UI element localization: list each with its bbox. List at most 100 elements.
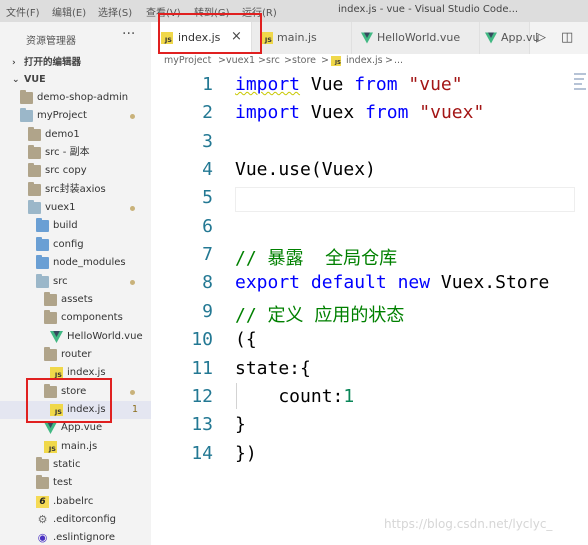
- folder-open-icon: [36, 273, 49, 288]
- menu-selection[interactable]: 选择(S): [98, 4, 132, 19]
- current-line-highlight: [235, 187, 575, 212]
- tree-item[interactable]: 6 .babelrc: [0, 493, 151, 511]
- tree-item-label: build: [53, 220, 78, 232]
- breadcrumb-separator: >: [218, 55, 226, 66]
- breadcrumb-separator: >: [284, 55, 292, 66]
- breadcrumb: myProject > vuex1 > src > store > JS ind…: [151, 54, 588, 70]
- tree-item-label: .editorconfig: [53, 514, 116, 526]
- minimap[interactable]: [574, 70, 588, 102]
- tree-item[interactable]: demo1: [0, 126, 151, 144]
- modified-dot: [130, 114, 135, 120]
- modified-dot: [130, 206, 135, 212]
- modified-dot: [130, 279, 135, 285]
- tree-item[interactable]: ◉ .eslintignore: [0, 529, 151, 545]
- code-line[interactable]: // 暴露 全局仓库: [235, 244, 397, 270]
- tree-item-label: vuex1: [45, 202, 76, 214]
- js-icon: JS: [44, 440, 57, 453]
- code-line[interactable]: count:1: [235, 386, 354, 407]
- code-line[interactable]: import Vue from "vue": [235, 74, 463, 95]
- tree-item[interactable]: static: [0, 456, 151, 474]
- line-number: 3: [202, 130, 213, 152]
- breadcrumb-separator: >: [321, 55, 329, 66]
- folder-blue-icon: [36, 255, 49, 270]
- line-number: 2: [202, 102, 213, 124]
- tree-item[interactable]: vuex1: [0, 199, 151, 217]
- line-number: 4: [202, 159, 213, 181]
- tree-item[interactable]: assets: [0, 291, 151, 309]
- tab-helloworld-vue[interactable]: HelloWorld.vue: [352, 22, 480, 54]
- title-bar: 文件(F) 编辑(E) 选择(S) 查看(V) 转到(G) 运行(R) inde…: [0, 0, 588, 22]
- keyword-token: from: [365, 102, 409, 124]
- code-line[interactable]: state:{: [235, 358, 311, 379]
- tree-item[interactable]: HelloWorld.vue: [0, 328, 151, 346]
- tree-item[interactable]: myProject: [0, 107, 151, 125]
- tree-item[interactable]: src copy: [0, 162, 151, 180]
- menu-file[interactable]: 文件(F): [6, 4, 40, 19]
- tab-main-js[interactable]: JS main.js: [252, 22, 352, 54]
- open-editors-section[interactable]: › 打开的编辑器: [12, 54, 81, 72]
- tree-item[interactable]: JS main.js: [0, 438, 151, 456]
- tab-app-vue[interactable]: App.vu: [480, 22, 539, 54]
- breadcrumb-item[interactable]: store: [292, 55, 316, 66]
- tree-item[interactable]: demo-shop-admin: [0, 89, 151, 107]
- more-actions-icon[interactable]: ···: [122, 26, 135, 42]
- tree-item[interactable]: node_modules: [0, 254, 151, 272]
- code-line[interactable]: }): [235, 443, 257, 464]
- breadcrumb-item[interactable]: index.js: [346, 55, 383, 66]
- line-number: 5: [202, 187, 213, 209]
- gear-icon: ⚙: [37, 513, 48, 527]
- code-token: state:{: [235, 357, 311, 379]
- breadcrumb-item[interactable]: vuex1: [226, 55, 255, 66]
- code-line[interactable]: Vue.use(Vuex): [235, 159, 376, 180]
- line-number: 14: [191, 442, 213, 464]
- folder-icon: [44, 310, 57, 325]
- watermark: https://blog.csdn.net/lyclyc_: [384, 517, 553, 531]
- code-line[interactable]: ({: [235, 329, 257, 350]
- tree-item[interactable]: build: [0, 217, 151, 235]
- code-editor[interactable]: 1 2 3 4 5 6 7 8 9 10 11 12 13 14 import Vue from "vue…: [151, 70, 588, 545]
- code-token: Vuex: [300, 102, 366, 124]
- code-line[interactable]: export default new Vuex.Store: [235, 272, 549, 293]
- tree-item[interactable]: src: [0, 273, 151, 291]
- modified-dot: [130, 389, 135, 395]
- split-editor-icon[interactable]: ◫: [561, 30, 573, 45]
- tree-item-label: components: [61, 312, 123, 324]
- keyword-token: import: [235, 102, 301, 124]
- line-number: 8: [202, 272, 213, 294]
- string-token: "vuex": [419, 102, 485, 124]
- code-line[interactable]: // 定义 应用的状态: [235, 301, 404, 327]
- breadcrumb-item[interactable]: myProject: [164, 55, 211, 66]
- folder-blue-icon: [36, 236, 49, 251]
- tree-item[interactable]: src - 副本: [0, 144, 151, 162]
- tree-item[interactable]: src封装axios: [0, 181, 151, 199]
- folder-icon: [28, 145, 41, 160]
- code-token: Vuex.Store: [430, 272, 550, 294]
- folder-icon: [28, 163, 41, 178]
- tree-item[interactable]: test: [0, 474, 151, 492]
- chevron-right-icon: ›: [12, 58, 16, 68]
- tree-item[interactable]: router: [0, 346, 151, 364]
- folder-icon: [28, 126, 41, 141]
- keyword-token: export: [235, 272, 301, 294]
- tree-item[interactable]: components: [0, 309, 151, 327]
- code-token: Vue: [300, 74, 355, 95]
- menu-edit[interactable]: 编辑(E): [52, 4, 86, 19]
- tree-item-label: src封装axios: [45, 183, 106, 195]
- breadcrumb-item[interactable]: ...: [394, 55, 403, 66]
- code-line[interactable]: }: [235, 414, 246, 435]
- tree-item[interactable]: config: [0, 236, 151, 254]
- tree-item[interactable]: ⚙ .editorconfig: [0, 511, 151, 529]
- keyword-token: import: [235, 74, 301, 95]
- folder-icon: [28, 181, 41, 196]
- code-line[interactable]: import Vuex from "vuex": [235, 102, 484, 123]
- line-number: 13: [191, 414, 213, 436]
- tab-label: main.js: [277, 31, 317, 44]
- js-icon: JS: [331, 56, 341, 66]
- run-icon[interactable]: ▷: [536, 30, 546, 45]
- line-number: 11: [191, 357, 213, 379]
- vue-icon: [361, 32, 373, 44]
- breadcrumb-item[interactable]: src: [266, 55, 280, 66]
- keyword-token: new: [397, 272, 431, 294]
